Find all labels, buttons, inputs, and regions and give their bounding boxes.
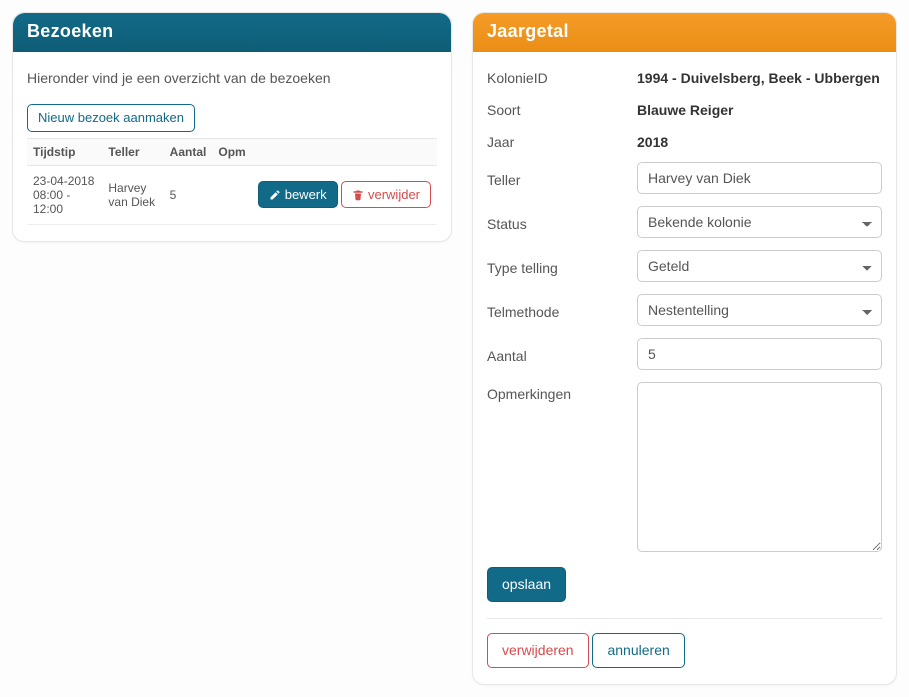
label-opmerkingen: Opmerkingen xyxy=(487,382,637,402)
visits-table: Tijdstip Teller Aantal Opm 23-04-2018 08… xyxy=(27,138,437,225)
value-kolonieid: 1994 - Duivelsberg, Beek - Ubbergen xyxy=(637,66,880,86)
edit-row-label: bewerk xyxy=(285,187,327,203)
col-tijdstip: Tijdstip xyxy=(27,138,102,165)
visits-intro: Hieronder vind je een overzicht van de b… xyxy=(27,70,437,86)
year-panel: Jaargetal KolonieID 1994 - Duivelsberg, … xyxy=(472,12,897,685)
label-jaar: Jaar xyxy=(487,130,637,150)
cell-opm xyxy=(212,165,251,224)
teller-input[interactable] xyxy=(637,162,882,194)
aantal-input[interactable] xyxy=(637,338,882,370)
col-opm: Opm xyxy=(212,138,251,165)
delete-row-label: verwijder xyxy=(368,187,420,203)
value-soort: Blauwe Reiger xyxy=(637,98,733,118)
label-status: Status xyxy=(487,212,637,232)
col-aantal: Aantal xyxy=(164,138,213,165)
trash-icon xyxy=(352,189,364,201)
cell-aantal: 5 xyxy=(164,165,213,224)
label-teller: Teller xyxy=(487,168,637,188)
visits-panel: Bezoeken Hieronder vind je een overzicht… xyxy=(12,12,452,242)
label-soort: Soort xyxy=(487,98,637,118)
table-row: 23-04-2018 08:00 - 12:00 Harvey van Diek… xyxy=(27,165,437,224)
delete-row-button[interactable]: verwijder xyxy=(341,181,431,209)
label-kolonieid: KolonieID xyxy=(487,66,637,86)
delete-button[interactable]: verwijderen xyxy=(487,633,589,668)
type-telling-select[interactable]: Geteld xyxy=(637,250,882,282)
opmerkingen-textarea[interactable] xyxy=(637,382,882,552)
year-panel-title: Jaargetal xyxy=(473,13,896,52)
cell-tijdstip: 23-04-2018 08:00 - 12:00 xyxy=(27,165,102,224)
telmethode-select[interactable]: Nestentelling xyxy=(637,294,882,326)
cancel-button[interactable]: annuleren xyxy=(592,633,684,668)
save-button[interactable]: opslaan xyxy=(487,567,566,602)
visits-panel-title: Bezoeken xyxy=(13,13,451,52)
new-visit-button[interactable]: Nieuw bezoek aanmaken xyxy=(27,104,195,132)
edit-row-button[interactable]: bewerk xyxy=(258,181,338,209)
label-telmethode: Telmethode xyxy=(487,300,637,320)
cell-teller: Harvey van Diek xyxy=(102,165,163,224)
pencil-icon xyxy=(269,189,281,201)
label-aantal: Aantal xyxy=(487,344,637,364)
value-jaar: 2018 xyxy=(637,130,668,150)
col-teller: Teller xyxy=(102,138,163,165)
divider xyxy=(487,618,882,619)
status-select[interactable]: Bekende kolonie xyxy=(637,206,882,238)
label-type-telling: Type telling xyxy=(487,256,637,276)
